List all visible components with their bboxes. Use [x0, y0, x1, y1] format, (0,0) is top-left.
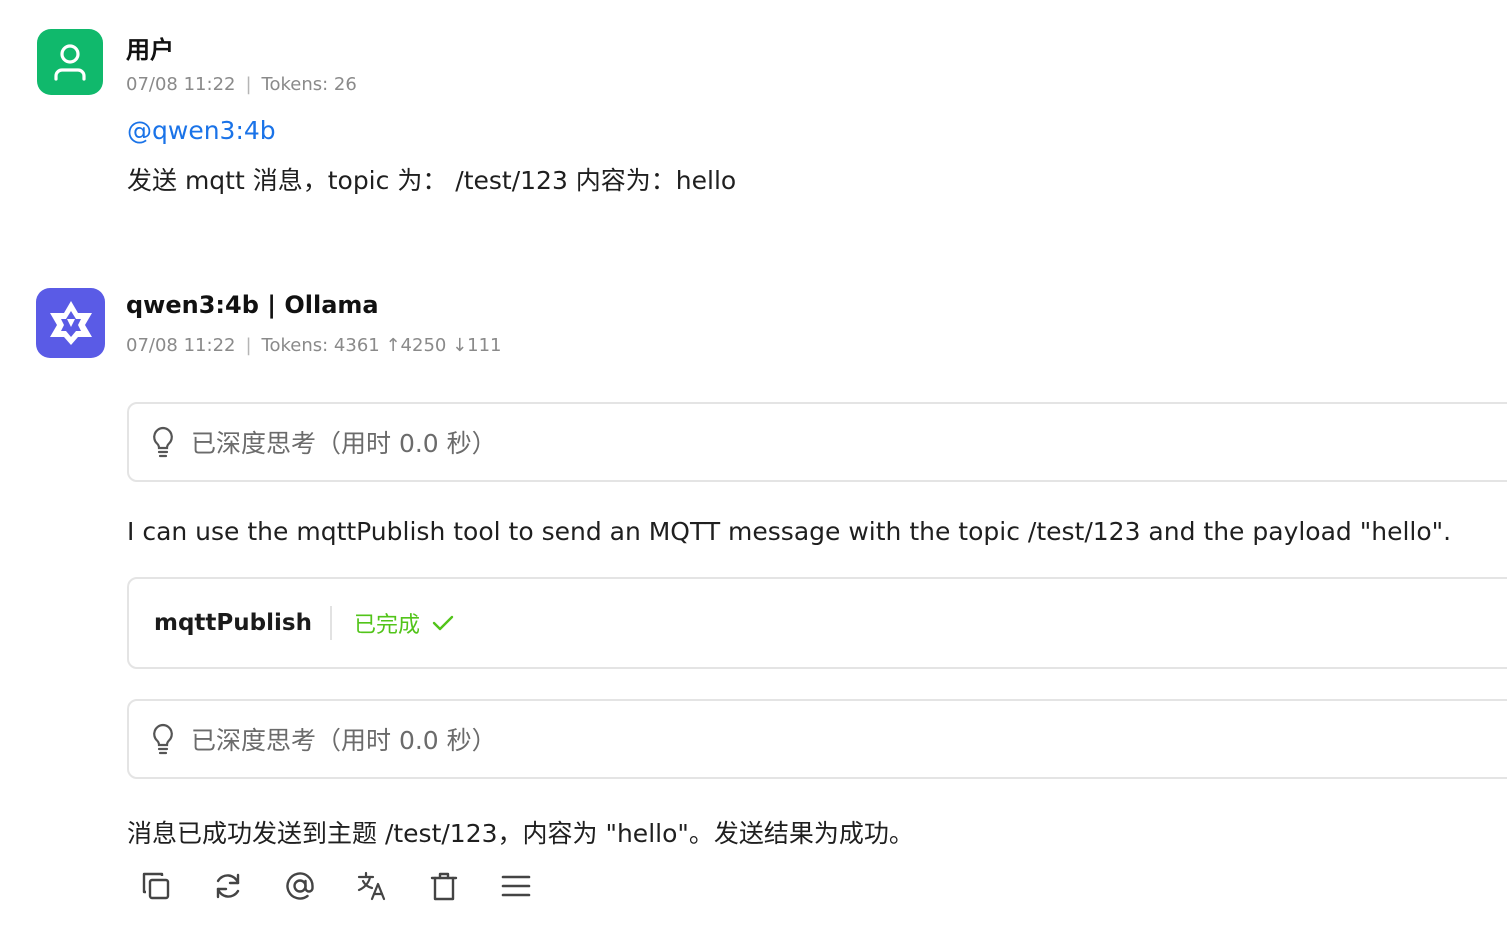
bot-name: qwen3:4b | Ollama	[126, 291, 379, 319]
meta-separator: |	[245, 335, 252, 356]
user-time: 07/08 11:22	[126, 74, 236, 95]
thinking-label-2: 已深度思考（用时 0.0 秒）	[191, 726, 497, 755]
copy-button[interactable]	[138, 868, 174, 904]
more-menu-button[interactable]	[498, 868, 534, 904]
meta-separator: |	[245, 74, 252, 95]
tool-divider	[329, 606, 332, 640]
user-avatar	[37, 29, 103, 95]
check-icon	[432, 615, 454, 631]
bot-intro-text: I can use the mqttPublish tool to send a…	[127, 517, 1452, 546]
tool-call-card[interactable]: mqttPublish 已完成	[127, 577, 1507, 669]
delete-icon	[430, 872, 458, 901]
bot-time: 07/08 11:22	[126, 335, 236, 356]
lightbulb-icon	[153, 426, 173, 458]
lightbulb-icon	[153, 723, 173, 755]
mention-icon	[286, 872, 314, 900]
thinking-block-2[interactable]: 已深度思考（用时 0.0 秒）	[127, 699, 1507, 779]
user-tokens: Tokens: 26	[261, 74, 357, 95]
tool-status: 已完成	[353, 613, 420, 638]
tool-name: mqttPublish	[154, 610, 312, 636]
mention-button[interactable]	[282, 868, 318, 904]
bot-avatar	[36, 288, 105, 358]
user-name: 用户	[126, 36, 174, 64]
menu-icon	[501, 875, 531, 897]
user-message-text: 发送 mqtt 消息，topic 为： /test/123 内容为：hello	[127, 166, 737, 195]
regenerate-button[interactable]	[210, 868, 246, 904]
thinking-block-1[interactable]: 已深度思考（用时 0.0 秒）	[127, 402, 1507, 482]
translate-button[interactable]	[354, 868, 390, 904]
bot-result-text: 消息已成功发送到主题 /test/123，内容为 "hello"。发送结果为成功…	[127, 819, 914, 848]
user-icon	[54, 44, 86, 81]
model-mention[interactable]: @qwen3:4b	[127, 116, 276, 145]
thinking-label-1: 已深度思考（用时 0.0 秒）	[191, 429, 497, 458]
message-actions	[138, 868, 534, 904]
user-meta: 07/08 11:22 | Tokens: 26	[126, 74, 357, 95]
copy-icon	[142, 872, 170, 900]
bot-tokens: Tokens: 4361 ↑4250 ↓111	[261, 335, 502, 356]
delete-button[interactable]	[426, 868, 462, 904]
qwen-logo-icon	[49, 301, 92, 345]
regenerate-icon	[216, 873, 240, 899]
bot-meta: 07/08 11:22 | Tokens: 4361 ↑4250 ↓111	[126, 335, 502, 356]
translate-icon	[357, 871, 386, 901]
